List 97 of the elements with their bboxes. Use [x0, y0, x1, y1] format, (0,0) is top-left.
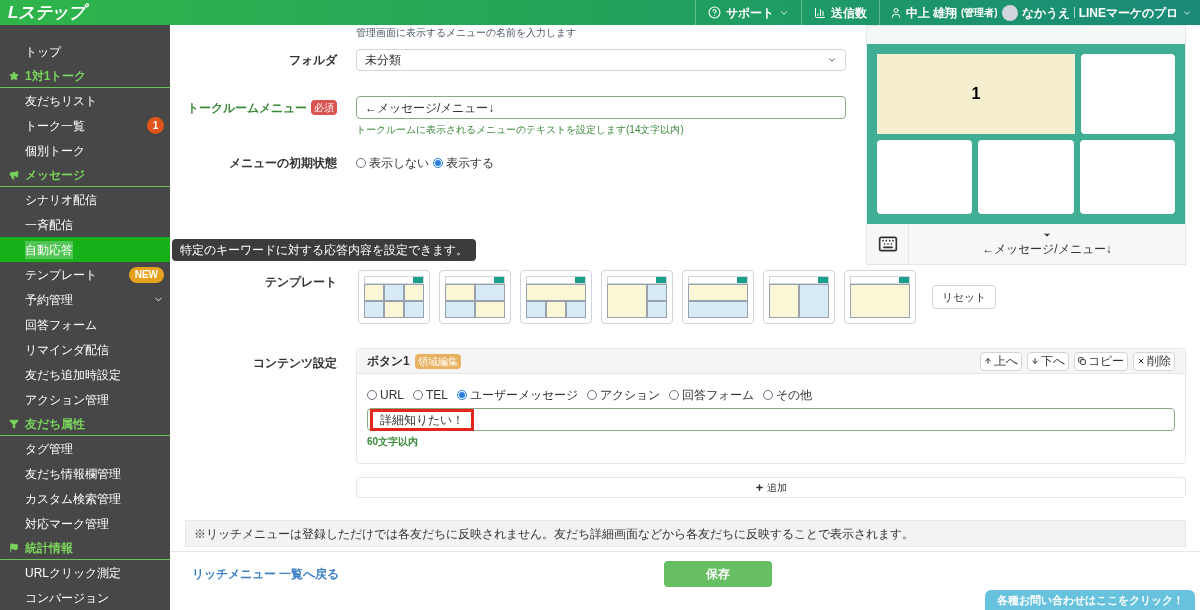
template-thumbnail[interactable]	[763, 270, 835, 324]
template-thumbnail[interactable]	[358, 270, 430, 324]
banner-tile[interactable]: 1	[877, 54, 1075, 134]
sidebar-item[interactable]: タグ管理	[0, 436, 170, 461]
sidebar-item[interactable]: コンバージョン	[0, 585, 170, 610]
template-thumbnail[interactable]	[520, 270, 592, 324]
template-thumbnail[interactable]	[844, 270, 916, 324]
user-icon	[889, 6, 902, 19]
count-badge: 1	[147, 117, 164, 134]
reset-button[interactable]: リセット	[932, 285, 996, 309]
account-name: なかうえ	[1021, 4, 1070, 22]
arrow-down-icon	[1031, 357, 1039, 365]
sidebar-item[interactable]: 友だち情報欄管理	[0, 461, 170, 486]
radio-label: ユーザーメッセージ	[470, 387, 579, 404]
sidebar-item[interactable]: 個別トーク	[0, 138, 170, 163]
radio-label: その他	[776, 387, 813, 404]
radio-button[interactable]	[356, 158, 366, 168]
radio-button[interactable]	[433, 158, 443, 168]
megaphone-icon	[9, 169, 19, 180]
add-button[interactable]: 追加	[356, 477, 1186, 498]
sidebar-section-title: 友だち属性	[25, 415, 85, 433]
banner-tile[interactable]	[1079, 140, 1175, 214]
radio-label: アクション	[600, 387, 661, 404]
banner-tile[interactable]	[978, 140, 1074, 214]
sidebar-item[interactable]: 友だちリスト	[0, 88, 170, 113]
user-role: (管理者)	[961, 6, 998, 20]
sidebar-item[interactable]: 対応マーク管理	[0, 511, 170, 536]
radio-button[interactable]	[587, 390, 598, 400]
avatar	[1001, 4, 1018, 21]
sidebar-item[interactable]: 友だち追加時設定	[0, 362, 170, 387]
sidebar-item[interactable]: 回答フォーム	[0, 312, 170, 337]
sidebar-item[interactable]: トップ	[0, 39, 170, 64]
close-icon	[1137, 357, 1145, 365]
sidebar-item[interactable]: テンプレート NEW	[0, 262, 170, 287]
sidebar-item[interactable]: アクション管理	[0, 387, 170, 412]
radio-label: 回答フォーム	[682, 387, 755, 404]
caret-icon	[1042, 230, 1052, 240]
template-thumbnail[interactable]	[439, 270, 511, 324]
template-thumbnail[interactable]	[601, 270, 673, 324]
sidebar-item[interactable]: トーク一覧 1	[0, 113, 170, 138]
copy-icon	[1078, 357, 1086, 365]
field-label: コンテンツ設定	[252, 355, 337, 372]
radio-button[interactable]	[763, 390, 774, 400]
filter-icon	[9, 418, 19, 429]
template-thumbnail[interactable]	[682, 270, 754, 324]
radio-label: URL	[380, 387, 404, 404]
sidebar-section-title: メッセージ	[25, 166, 85, 184]
field-label: トークルームメニュー	[187, 99, 307, 117]
arrow-up-icon	[984, 357, 992, 365]
chevron-down-icon	[827, 55, 837, 65]
hint-text: 管理画面に表示するメニューの名前を入力します	[356, 27, 577, 39]
plus-icon	[755, 483, 764, 492]
flag-icon	[9, 542, 19, 553]
back-link[interactable]: リッチメニュー 一覧へ戻る	[192, 564, 340, 583]
field-label: メニューの初期状態	[228, 155, 337, 172]
panel-action-button[interactable]: 下へ	[1027, 351, 1069, 371]
sidebar-section-title: 1対1トーク	[25, 67, 87, 85]
field-label: テンプレート	[264, 274, 337, 291]
char-limit-text: 60文字以内	[367, 435, 420, 449]
user-name: 中上 雄翔	[905, 4, 957, 22]
new-badge: NEW	[128, 266, 164, 283]
star-icon	[9, 70, 19, 81]
radio-button[interactable]	[367, 390, 377, 400]
message-text: 詳細知りたい！	[370, 408, 474, 431]
required-badge: 必須	[311, 100, 337, 115]
message-input[interactable]: 詳細知りたい！	[367, 408, 1175, 431]
help-text: トークルームに表示されるメニューのテキストを設定します(14文字以内)	[356, 123, 685, 137]
radio-label: 表示しない	[369, 155, 429, 172]
org-name: LINEマーケのプロ	[1078, 4, 1178, 22]
radio-button[interactable]	[413, 390, 423, 400]
bar-chart-icon	[813, 6, 826, 19]
panel-action-button[interactable]: 上へ	[980, 351, 1022, 371]
banner-tile[interactable]	[877, 140, 973, 214]
panel-title: ボタン1	[367, 353, 410, 370]
sidebar-section-title: 統計情報	[25, 539, 73, 557]
radio-label: 表示する	[446, 155, 494, 172]
radio-label: TEL	[426, 387, 449, 404]
sidebar-item[interactable]: 予約管理	[0, 287, 170, 312]
folder-select[interactable]: 未分類	[356, 49, 846, 71]
area-number: 1	[971, 84, 981, 104]
sidebar-item[interactable]: 一斉配信	[0, 212, 170, 237]
banner-tile[interactable]	[1081, 54, 1175, 134]
text-input[interactable]: ←メッセージ/メニュー↓	[356, 96, 846, 119]
sidebar-item[interactable]: リマインダ配信	[0, 337, 170, 362]
sidebar-item[interactable]: URLクリック測定	[0, 560, 170, 585]
panel-action-button[interactable]: 削除	[1133, 351, 1175, 371]
sidebar-item[interactable]: シナリオ配信	[0, 187, 170, 212]
radio-button[interactable]	[669, 390, 680, 400]
field-label: フォルダ	[288, 52, 337, 69]
keyboard-icon[interactable]	[877, 234, 898, 254]
radio-button[interactable]	[457, 390, 468, 400]
tooltip: 特定のキーワードに対する応答内容を設定できます。	[172, 239, 476, 261]
sidebar-item[interactable]: カスタム検索管理	[0, 486, 170, 511]
header-menu[interactable]: 送信数	[800, 0, 879, 25]
help-icon	[707, 6, 721, 19]
panel-action-button[interactable]: コピー	[1074, 351, 1128, 371]
notice-bar: ※リッチメニューは登録しただけでは各友だちに反映されません。友だち詳細画面などから各友だちに反映することで表示されます。	[185, 520, 1186, 547]
